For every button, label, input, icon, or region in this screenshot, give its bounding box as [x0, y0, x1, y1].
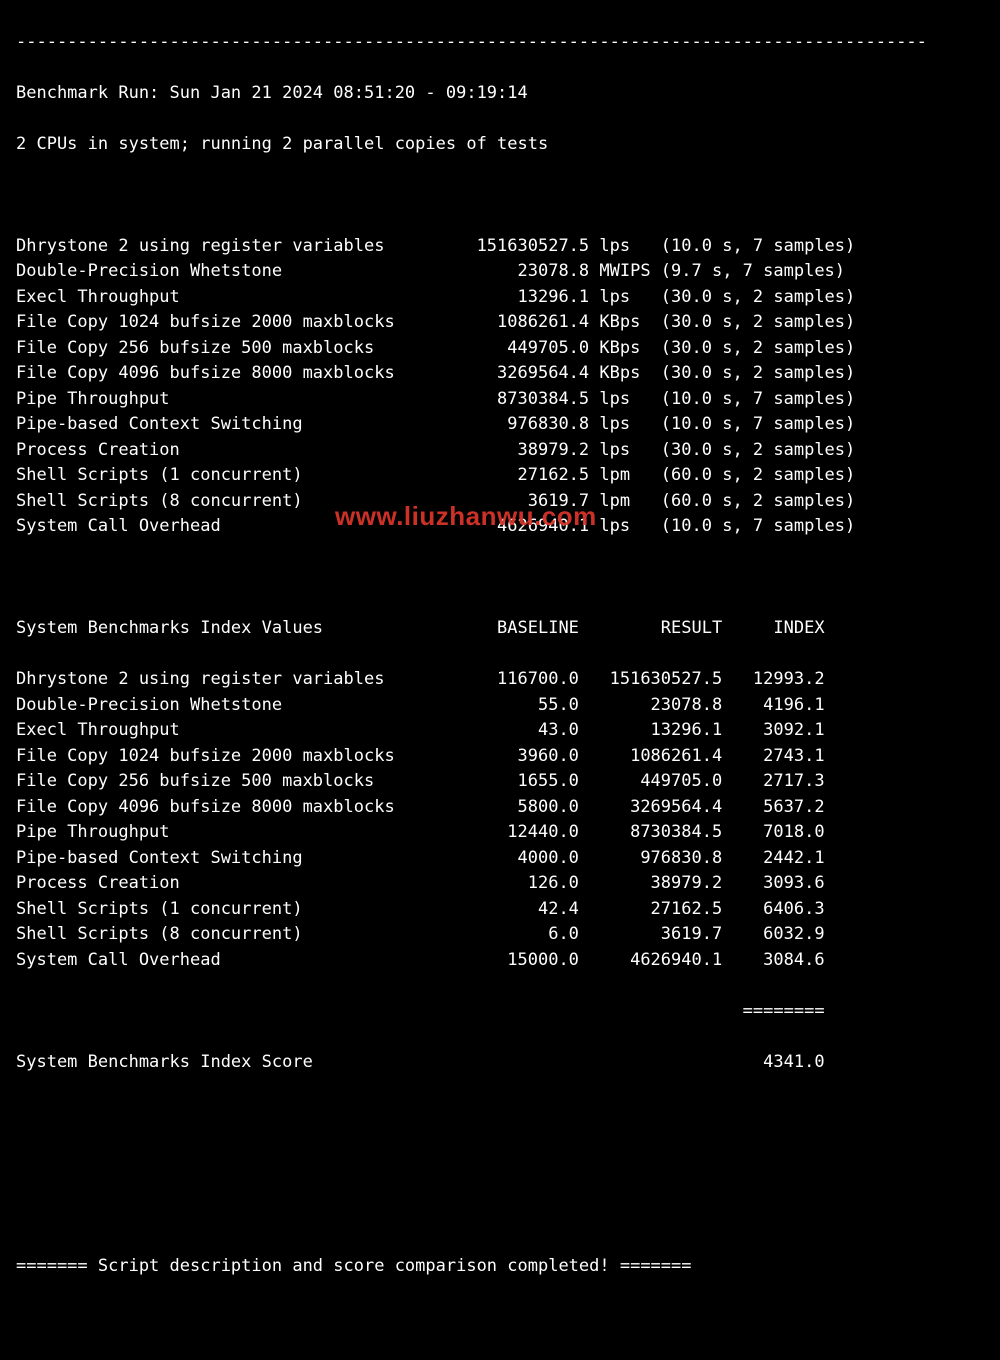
test-row: File Copy 4096 bufsize 8000 maxblocks 32… — [16, 361, 984, 387]
score-line: System Benchmarks Index Score 4341.0 — [16, 1050, 984, 1076]
test-row: Process Creation 38979.2 lps (30.0 s, 2 … — [16, 438, 984, 464]
tests-block: Dhrystone 2 using register variables 151… — [16, 234, 984, 540]
terminal-output: ----------------------------------------… — [0, 0, 1000, 1360]
test-row: Shell Scripts (1 concurrent) 27162.5 lpm… — [16, 463, 984, 489]
index-row: Process Creation 126.0 38979.2 3093.6 — [16, 871, 984, 897]
index-row: System Call Overhead 15000.0 4626940.1 3… — [16, 948, 984, 974]
index-row: File Copy 256 bufsize 500 maxblocks 1655… — [16, 769, 984, 795]
blank-line — [16, 1101, 984, 1127]
test-row: Shell Scripts (8 concurrent) 3619.7 lpm … — [16, 489, 984, 515]
cpu-config-line: 2 CPUs in system; running 2 parallel cop… — [16, 132, 984, 158]
benchmark-run-line: Benchmark Run: Sun Jan 21 2024 08:51:20 … — [16, 81, 984, 107]
index-header-line: System Benchmarks Index Values BASELINE … — [16, 616, 984, 642]
index-row: Dhrystone 2 using register variables 116… — [16, 667, 984, 693]
index-row: Pipe Throughput 12440.0 8730384.5 7018.0 — [16, 820, 984, 846]
test-row: System Call Overhead 4626940.1 lps (10.0… — [16, 514, 984, 540]
blank-line — [16, 183, 984, 209]
blank-line — [16, 1152, 984, 1178]
index-row: Execl Throughput 43.0 13296.1 3092.1 — [16, 718, 984, 744]
footer-line: ======= Script description and score com… — [16, 1254, 984, 1280]
blank-line — [16, 1203, 984, 1229]
test-row: Pipe Throughput 8730384.5 lps (10.0 s, 7… — [16, 387, 984, 413]
index-row: File Copy 4096 bufsize 8000 maxblocks 58… — [16, 795, 984, 821]
index-row: Shell Scripts (8 concurrent) 6.0 3619.7 … — [16, 922, 984, 948]
index-row: Double-Precision Whetstone 55.0 23078.8 … — [16, 693, 984, 719]
blank-line — [16, 565, 984, 591]
index-row: Shell Scripts (1 concurrent) 42.4 27162.… — [16, 897, 984, 923]
test-row: Double-Precision Whetstone 23078.8 MWIPS… — [16, 259, 984, 285]
index-row: File Copy 1024 bufsize 2000 maxblocks 39… — [16, 744, 984, 770]
test-row: Execl Throughput 13296.1 lps (30.0 s, 2 … — [16, 285, 984, 311]
index-block: Dhrystone 2 using register variables 116… — [16, 667, 984, 973]
test-row: File Copy 1024 bufsize 2000 maxblocks 10… — [16, 310, 984, 336]
test-row: Dhrystone 2 using register variables 151… — [16, 234, 984, 260]
test-row: Pipe-based Context Switching 976830.8 lp… — [16, 412, 984, 438]
index-row: Pipe-based Context Switching 4000.0 9768… — [16, 846, 984, 872]
top-dashes: ----------------------------------------… — [16, 30, 984, 56]
separator-line: ======== — [16, 999, 984, 1025]
test-row: File Copy 256 bufsize 500 maxblocks 4497… — [16, 336, 984, 362]
